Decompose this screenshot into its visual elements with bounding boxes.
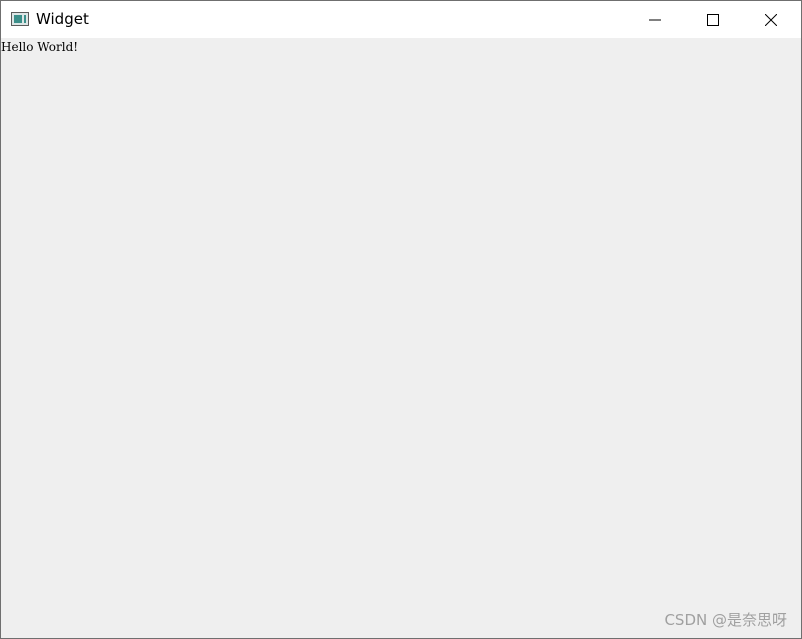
csdn-watermark: CSDN @是奈思呀 bbox=[664, 611, 787, 629]
close-button[interactable] bbox=[748, 1, 794, 38]
minimize-button[interactable] bbox=[632, 1, 678, 38]
window-title: Widget bbox=[36, 10, 89, 28]
title-bar[interactable]: Widget bbox=[1, 1, 801, 38]
widget-client-area: Hello World! CSDN @是奈思呀 bbox=[1, 38, 801, 638]
maximize-icon bbox=[707, 14, 719, 26]
widget-window: Widget Hello World! CSDN @是奈思呀 bbox=[0, 0, 802, 639]
maximize-button[interactable] bbox=[690, 1, 736, 38]
close-icon bbox=[765, 14, 777, 26]
hello-label: Hello World! bbox=[1, 40, 79, 54]
minimize-icon bbox=[649, 19, 661, 21]
window-app-icon bbox=[11, 12, 29, 26]
